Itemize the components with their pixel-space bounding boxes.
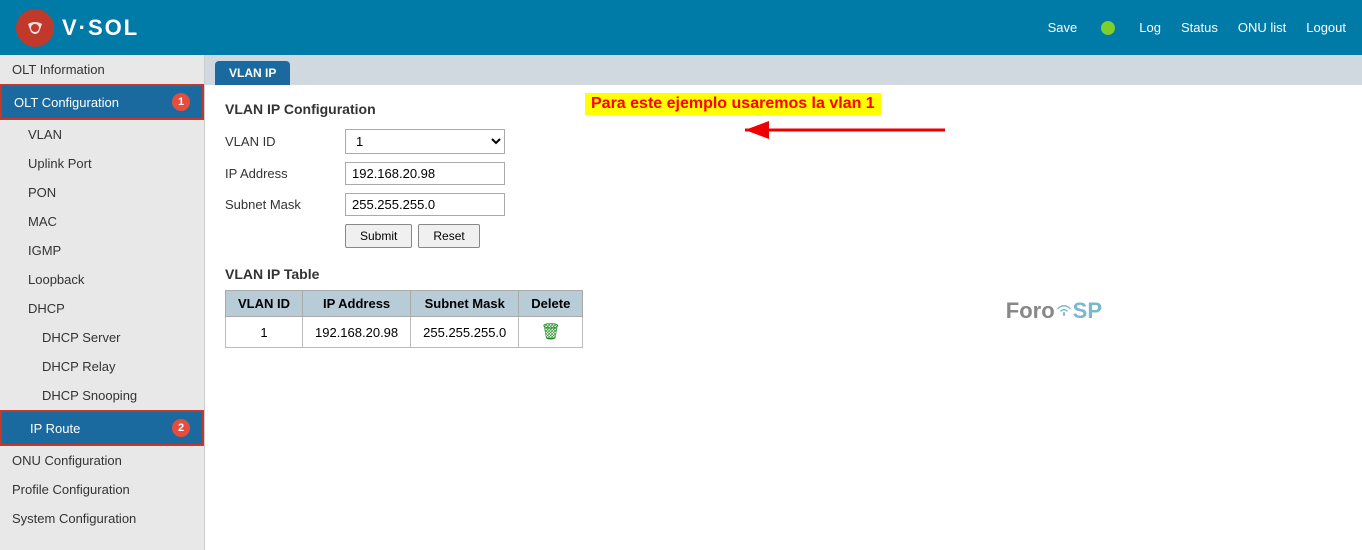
cell-subnet-mask: 255.255.255.0 (411, 317, 519, 348)
table-title: VLAN IP Table (225, 266, 1342, 282)
header-nav: Log Status ONU list Logout (1139, 20, 1346, 35)
table-row: 1 192.168.20.98 255.255.255.0 🗑 (226, 317, 583, 348)
cell-delete[interactable]: 🗑 (519, 317, 583, 348)
save-button[interactable]: Save (1048, 20, 1078, 35)
header: V·SOL Save Log Status ONU list Logout (0, 0, 1362, 55)
sidebar-item-vlan[interactable]: VLAN (0, 120, 204, 149)
vlan-ip-table: VLAN ID IP Address Subnet Mask Delete 1 … (225, 290, 583, 348)
status-indicator (1101, 21, 1115, 35)
sidebar-item-mac[interactable]: MAC (0, 207, 204, 236)
sidebar-item-profile-configuration[interactable]: Profile Configuration (0, 475, 204, 504)
annotation-text: Para este ejemplo usaremos la vlan 1 (585, 93, 881, 115)
logo-icon (16, 9, 54, 47)
sidebar-item-loopback[interactable]: Loopback (0, 265, 204, 294)
sidebar-item-olt-information[interactable]: OLT Information (0, 55, 204, 84)
content-area: VLAN IP Configuration Para este ejemplo … (205, 85, 1362, 364)
tab-vlan-ip[interactable]: VLAN IP (215, 61, 290, 85)
sidebar-item-system-configuration[interactable]: System Configuration (0, 504, 204, 533)
sidebar-item-dhcp-relay[interactable]: DHCP Relay (0, 352, 204, 381)
tab-bar: VLAN IP (205, 55, 1362, 85)
sidebar-item-olt-configuration[interactable]: OLT Configuration 1 (0, 84, 204, 120)
subnet-mask-row: Subnet Mask (225, 193, 1342, 216)
logo-area: V·SOL (16, 9, 139, 47)
arrow-annotation (735, 115, 955, 145)
sidebar-item-ip-route[interactable]: IP Route 2 (0, 410, 204, 446)
watermark: Foro SP (1006, 298, 1102, 324)
logout-link[interactable]: Logout (1306, 20, 1346, 35)
ip-address-input[interactable] (345, 162, 505, 185)
col-header-ip-address: IP Address (303, 291, 411, 317)
sidebar-item-igmp[interactable]: IGMP (0, 236, 204, 265)
vlan-id-select[interactable]: 1 2 10 100 (345, 129, 505, 154)
delete-icon[interactable]: 🗑 (541, 324, 561, 341)
ip-address-row: IP Address (225, 162, 1342, 185)
header-right: Save Log Status ONU list Logout (1048, 20, 1346, 35)
cell-vlan-id: 1 (226, 317, 303, 348)
submit-button[interactable]: Submit (345, 224, 412, 248)
vlan-id-label: VLAN ID (225, 134, 345, 149)
main-content: VLAN IP VLAN IP Configuration Para este … (205, 55, 1362, 550)
sidebar-item-dhcp-server[interactable]: DHCP Server (0, 323, 204, 352)
sidebar-item-onu-configuration[interactable]: ONU Configuration (0, 446, 204, 475)
ip-address-label: IP Address (225, 166, 345, 181)
reset-button[interactable]: Reset (418, 224, 479, 248)
logo-text: V·SOL (62, 15, 139, 41)
subnet-mask-input[interactable] (345, 193, 505, 216)
subnet-mask-label: Subnet Mask (225, 197, 345, 212)
col-header-delete: Delete (519, 291, 583, 317)
badge-1: 1 (172, 93, 190, 111)
status-link[interactable]: Status (1181, 20, 1218, 35)
sidebar-item-dhcp-snooping[interactable]: DHCP Snooping (0, 381, 204, 410)
badge-2: 2 (172, 419, 190, 437)
sidebar-item-dhcp[interactable]: DHCP (0, 294, 204, 323)
sidebar: OLT Information OLT Configuration 1 VLAN… (0, 55, 205, 550)
sidebar-item-pon[interactable]: PON (0, 178, 204, 207)
col-header-subnet-mask: Subnet Mask (411, 291, 519, 317)
form-buttons: Submit Reset (345, 224, 1342, 248)
onu-list-link[interactable]: ONU list (1238, 20, 1286, 35)
sidebar-item-uplink-port[interactable]: Uplink Port (0, 149, 204, 178)
cell-ip-address: 192.168.20.98 (303, 317, 411, 348)
col-header-vlan-id: VLAN ID (226, 291, 303, 317)
log-link[interactable]: Log (1139, 20, 1161, 35)
layout: OLT Information OLT Configuration 1 VLAN… (0, 55, 1362, 550)
